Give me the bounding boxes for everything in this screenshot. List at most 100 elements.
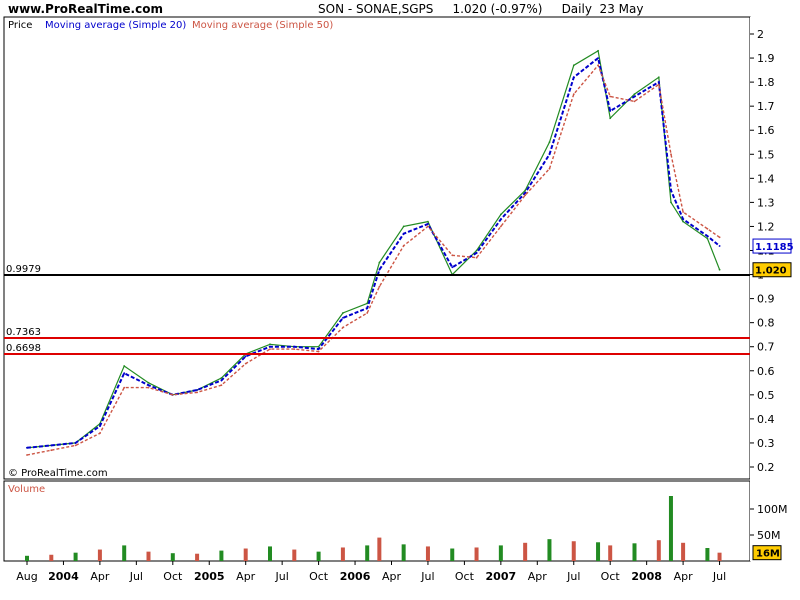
volume-bar <box>243 548 248 561</box>
ma20-series-point <box>682 218 684 221</box>
price-series-point <box>147 381 150 384</box>
ma50-series-point <box>572 93 575 95</box>
price-series-point <box>718 268 721 271</box>
ma50-series-point <box>366 312 369 314</box>
ma50-series-point <box>682 211 684 213</box>
ma20-series-point <box>378 268 381 271</box>
ma20-series-point <box>718 245 721 247</box>
price-series-point <box>572 64 575 67</box>
ma20-series-point <box>99 425 101 427</box>
price-series-point <box>123 365 126 367</box>
ma20-series-point <box>342 317 344 319</box>
price-series-point <box>609 117 612 120</box>
right-axis-bg <box>750 17 800 561</box>
volume-bar <box>340 547 345 561</box>
volume-bar <box>146 551 151 561</box>
right-tag-label-ma20: 1.1185 <box>755 242 794 253</box>
ma20-series-point <box>220 379 223 382</box>
ma20-series-point <box>50 444 53 447</box>
ma50-series-point <box>609 95 612 98</box>
volume-label: Volume <box>8 484 45 495</box>
ma50-series-point <box>244 362 247 365</box>
x-tick-label-13: 2007 <box>486 570 517 583</box>
x-tick-label-11: Jul <box>420 570 434 583</box>
ma20-series-point <box>548 153 551 156</box>
ma50-series-point <box>548 167 551 170</box>
volume-bar <box>292 549 297 561</box>
y-tick-label-1.9: 1.9 <box>757 52 775 65</box>
watermark: © ProRealTime.com <box>8 468 108 479</box>
vol-tick-label-50M: 50M <box>757 529 781 542</box>
price-chart-svg[interactable]: 0.9979 0.7363 0.6698 0.2 0.3 0.4 0.5 0.6 0.7 0.8… <box>0 0 800 600</box>
y-tick-label-1.4: 1.4 <box>757 172 775 185</box>
volume-bar <box>523 542 528 561</box>
y-tick-label-1.8: 1.8 <box>757 76 775 89</box>
ma50-series-point <box>427 225 429 228</box>
x-tick-label-16: Oct <box>601 570 621 583</box>
x-tick-label-7: Jul <box>275 570 289 583</box>
price-series-point <box>633 93 636 95</box>
hline-label-0.9979: 0.9979 <box>6 264 41 275</box>
ma50-series-point <box>657 83 660 86</box>
ma20-series-point <box>706 235 709 238</box>
y-tick-label-1.5: 1.5 <box>757 148 775 161</box>
ma20-series-point <box>26 446 28 449</box>
x-tick-label-15: Jul <box>566 570 580 583</box>
price-series-point <box>342 312 344 314</box>
ma50-series-point <box>317 350 320 353</box>
volume-bar <box>498 545 503 561</box>
x-tick-label-14: Apr <box>528 570 548 583</box>
volume-panel-frame <box>3 480 751 562</box>
vol-tick-label-100M: 100M <box>757 503 788 516</box>
ma50-series-point <box>220 384 223 387</box>
ma50-series-point <box>633 100 636 103</box>
volume-bar <box>450 548 455 561</box>
hline-label-0.7363: 0.7363 <box>6 327 41 338</box>
price-series-point <box>402 225 405 228</box>
y-tick-label-1.7: 1.7 <box>757 100 775 113</box>
volume-bar <box>219 550 224 561</box>
volume-bar <box>596 542 601 561</box>
volume-bar <box>97 549 102 561</box>
ma20-series-point <box>402 232 405 235</box>
x-tick-label-8: Oct <box>309 570 329 583</box>
ma20-series-point <box>317 348 320 350</box>
y-tick-label-1.6: 1.6 <box>757 124 775 137</box>
y-tick-label-0.3: 0.3 <box>757 437 775 450</box>
ma50-series-point <box>99 432 101 435</box>
ma20-series-point <box>500 218 502 221</box>
price-series-point <box>269 343 271 346</box>
vol-last-tag-label: 16M <box>756 549 780 560</box>
ma20-series-point <box>572 76 575 79</box>
ma20-series-point <box>427 223 429 225</box>
price-series-point <box>378 261 381 264</box>
x-tick-label-6: Apr <box>236 570 256 583</box>
ma20-series-point <box>74 442 77 444</box>
x-tick-label-12: Oct <box>455 570 475 583</box>
volume-bar <box>401 544 406 561</box>
ma50-series-point <box>451 254 454 257</box>
y-tick-label-0.7: 0.7 <box>757 341 775 354</box>
ma20-series-point <box>633 95 636 98</box>
y-tick-label-0.5: 0.5 <box>757 389 775 402</box>
ma50-series-point <box>524 194 527 197</box>
x-tick-label-0: Aug <box>16 570 37 583</box>
ma50-series-point <box>670 153 672 156</box>
ma20-series-point <box>293 345 296 348</box>
y-tick-label-0.9: 0.9 <box>757 293 775 306</box>
ma50-series-point <box>706 227 709 230</box>
ma20-series-point <box>597 57 599 59</box>
price-series-point <box>706 237 709 240</box>
ma20-series-point <box>657 81 660 83</box>
legend-price: Price <box>8 20 32 31</box>
volume-bar <box>656 540 661 561</box>
ma20-series-point <box>609 110 612 112</box>
volume-bar <box>571 541 576 561</box>
x-tick-label-19: Jul <box>712 570 726 583</box>
x-tick-label-4: Oct <box>163 570 183 583</box>
volume-bar <box>668 496 673 561</box>
volume-bar <box>73 552 78 561</box>
ma50-series-point <box>26 454 28 456</box>
y-tick-label-0.2: 0.2 <box>757 461 775 474</box>
volume-bar <box>195 553 200 561</box>
